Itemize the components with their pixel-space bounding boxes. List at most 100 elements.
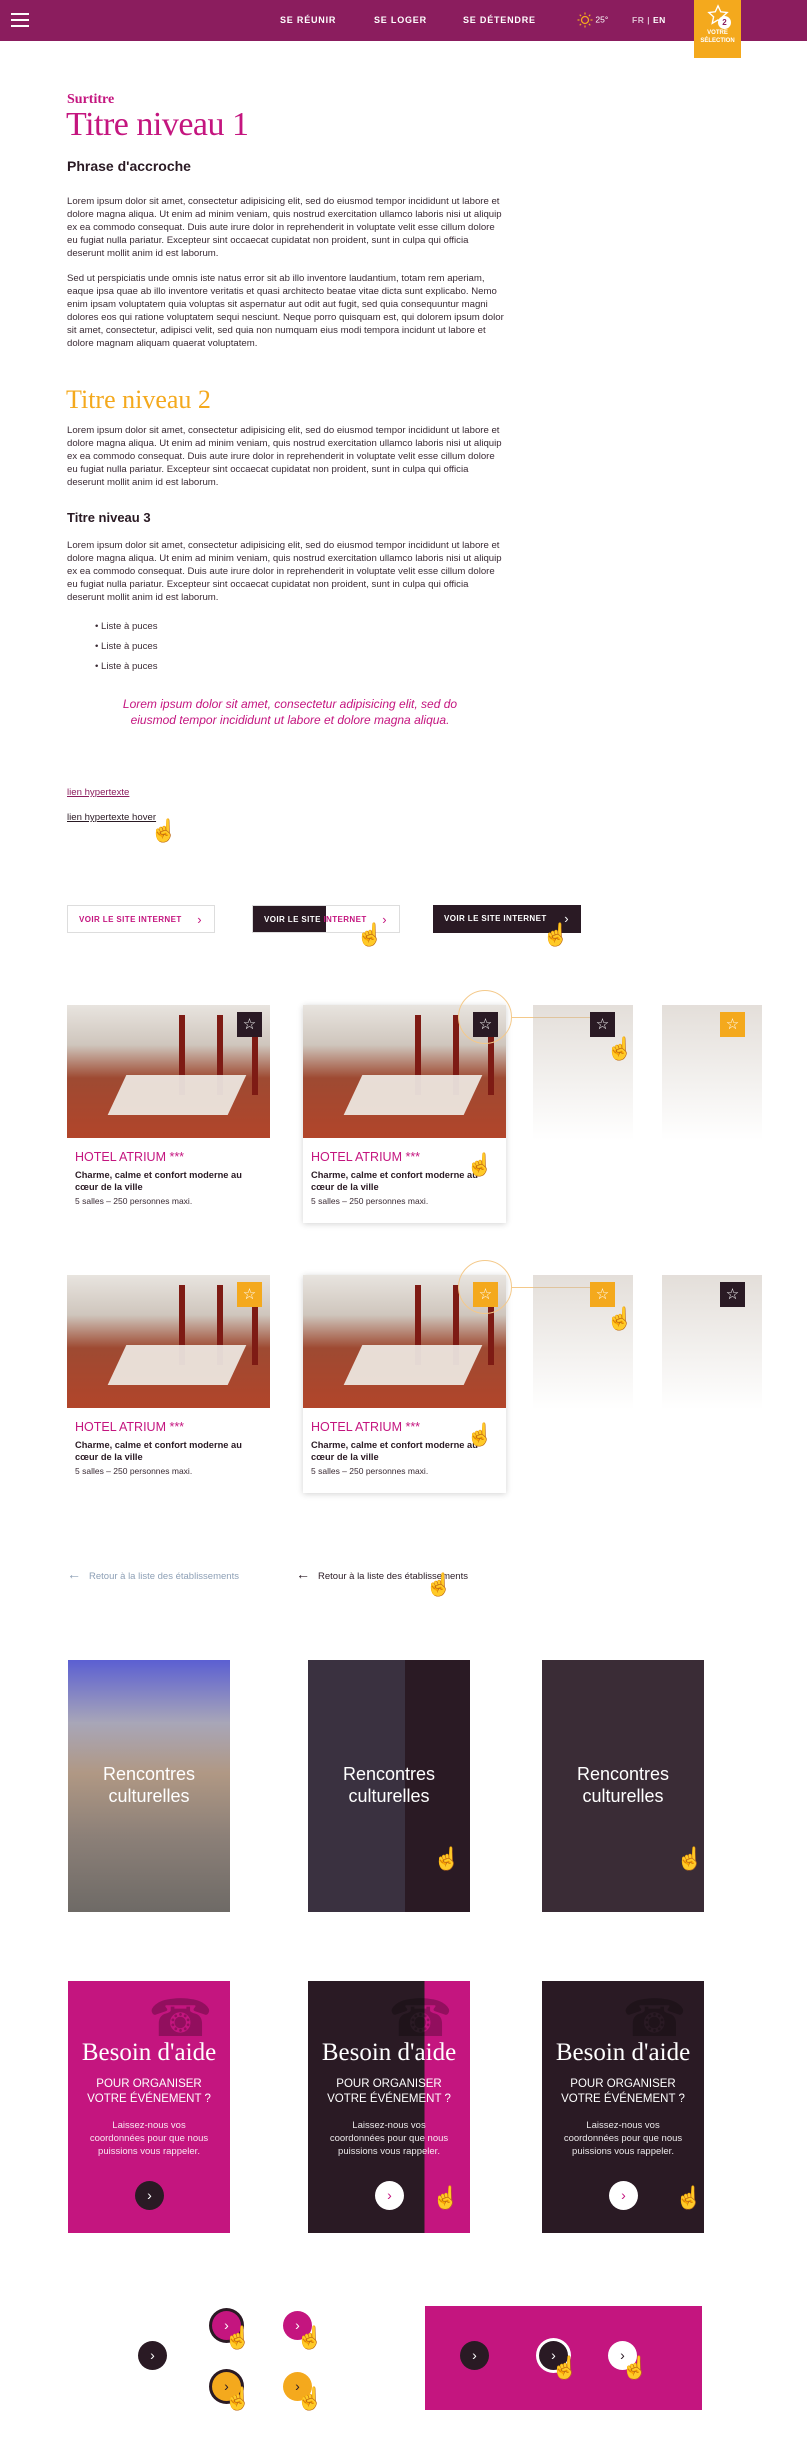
circle-arrow-button-active[interactable]: › <box>608 2341 637 2370</box>
help-subtitle: POUR ORGANISER VOTRE ÉVÉNEMENT ? <box>327 2078 451 2105</box>
hotel-description: Charme, calme et confort moderne au cœur… <box>75 1170 242 1192</box>
tile-title-line1: Rencontres <box>576 1764 670 1784</box>
help-tile-hover-transition[interactable]: ☎ Besoin d'aide POUR ORGANISER VOTRE ÉVÉN… <box>308 1981 470 2233</box>
circle-arrow-button-hover[interactable]: › <box>212 2311 241 2340</box>
visit-site-label: VOIR LE SITE INTERNET <box>444 914 547 923</box>
lang-en[interactable]: EN <box>653 15 666 25</box>
rencontres-culturelles-tile-hover[interactable]: Rencontres culturelles <box>542 1660 704 1912</box>
rencontres-culturelles-tile[interactable]: Rencontres culturelles <box>68 1660 230 1912</box>
back-to-list-link[interactable]: ← Retour à la liste des établissements <box>67 1566 239 1582</box>
hotel-description: Charme, calme et confort moderne au cœur… <box>311 1440 478 1462</box>
heading-level-2: Titre niveau 2 <box>66 385 211 414</box>
help-subtitle: POUR ORGANISER VOTRE ÉVÉNEMENT ? <box>561 2078 685 2105</box>
heading-level-3: Titre niveau 3 <box>67 510 151 525</box>
photo-fade-preview <box>662 1275 762 1410</box>
back-link-label: Retour à la liste des établissements <box>318 1571 468 1582</box>
highlight-circle <box>458 990 512 1044</box>
visit-site-button-hover[interactable]: VOIR LE SITE INTERNET › <box>433 905 581 933</box>
circle-arrow-button-hover[interactable]: › <box>539 2341 568 2370</box>
hotel-meta: 5 salles – 250 personnes maxi. <box>311 1466 429 1476</box>
selection-count-badge: 2 <box>718 16 731 29</box>
lang-separator: | <box>647 15 651 25</box>
top-navigation-bar: SE RÉUNIR SE LOGER SE DÉTENDRE 25° FR | … <box>0 0 807 41</box>
tagline: Phrase d'accroche <box>67 158 191 174</box>
bullet-list: Liste à puces Liste à puces Liste à puce… <box>95 617 158 677</box>
tile-title: Rencontres culturelles <box>542 1763 704 1807</box>
hotel-title: HOTEL ATRIUM *** <box>311 1420 421 1434</box>
hotel-title: HOTEL ATRIUM *** <box>75 1420 185 1434</box>
menu-icon[interactable] <box>11 13 29 28</box>
help-body: Laissez-nous vos coordonnées pour que nou… <box>329 2120 449 2157</box>
highlight-circle <box>458 1260 512 1314</box>
nav-se-reunir[interactable]: SE RÉUNIR <box>280 0 336 41</box>
help-title: Besoin d'aide <box>555 2039 691 2066</box>
weather-widget: 25° <box>577 12 608 28</box>
selection-label-line2: SÉLECTION <box>700 38 735 44</box>
paragraph-3: Lorem ipsum dolor sit amet, consectetur … <box>67 425 502 488</box>
paragraph-4: Lorem ipsum dolor sit amet, consectetur … <box>67 540 502 603</box>
visit-site-label: VOIR LE SITE INTERNET <box>79 915 182 924</box>
back-link-label: Retour à la liste des établissements <box>89 1571 239 1582</box>
chevron-right-icon[interactable]: › <box>609 2181 638 2210</box>
tile-title: Rencontres culturelles <box>308 1763 470 1807</box>
rencontres-culturelles-tile-hover-transition[interactable]: Rencontres culturelles <box>308 1660 470 1912</box>
visit-site-button[interactable]: VOIR LE SITE INTERNET › <box>67 905 215 933</box>
help-title: Besoin d'aide <box>81 2039 217 2066</box>
nav-se-detendre[interactable]: SE DÉTENDRE <box>463 0 536 41</box>
favorite-star-icon[interactable]: ☆ <box>720 1282 745 1307</box>
hotel-card[interactable]: ☆ HOTEL ATRIUM *** Charme, calme et conf… <box>67 1005 270 1223</box>
selection-label-line1: VOTRE <box>707 30 728 36</box>
tile-title-line1: Rencontres <box>342 1764 436 1784</box>
hyperlink-hover[interactable]: lien hypertexte hover <box>67 812 156 823</box>
visit-site-label-part2: INTERNET <box>323 915 367 924</box>
help-body: Laissez-nous vos coordonnées pour que nou… <box>563 2120 683 2157</box>
help-tile[interactable]: ☎ Besoin d'aide POUR ORGANISER VOTRE ÉVÉN… <box>68 1981 230 2233</box>
weather-temp: 25° <box>595 14 609 25</box>
arrow-left-icon: ← <box>296 1566 310 1582</box>
photo-fade-preview <box>533 1275 633 1410</box>
circle-arrow-button-active-alt[interactable]: › <box>283 2372 312 2401</box>
tile-title-line1: Rencontres <box>102 1764 196 1784</box>
favorite-star-icon[interactable]: ☆ <box>237 1012 262 1037</box>
list-item: Liste à puces <box>95 617 158 637</box>
hyperlink[interactable]: lien hypertexte <box>67 787 129 798</box>
favorite-star-icon[interactable]: ☆ <box>237 1282 262 1307</box>
photo-fade-preview <box>533 1005 633 1140</box>
chevron-right-icon: › <box>564 911 569 926</box>
tile-title-line2: culturelles <box>582 1786 664 1806</box>
language-switcher: FR | EN <box>632 0 666 41</box>
sun-icon <box>577 12 593 28</box>
nav-se-loger[interactable]: SE LOGER <box>374 0 427 41</box>
hotel-description: Charme, calme et confort moderne au cœur… <box>311 1170 478 1192</box>
chevron-right-icon: › <box>197 912 202 927</box>
chevron-right-icon[interactable]: › <box>375 2181 404 2210</box>
favorite-star-icon[interactable]: ☆ <box>590 1012 615 1037</box>
help-tile-hover[interactable]: ☎ Besoin d'aide POUR ORGANISER VOTRE ÉVÉN… <box>542 1981 704 2233</box>
help-subtitle: POUR ORGANISER VOTRE ÉVÉNEMENT ? <box>87 2078 211 2105</box>
hotel-meta: 5 salles – 250 personnes maxi. <box>311 1196 429 1206</box>
visit-site-button-hover-transition[interactable]: VOIR LE SITE INTERNET › <box>252 905 400 933</box>
circle-arrow-button-active[interactable]: › <box>283 2311 312 2340</box>
favorite-star-icon[interactable]: ☆ <box>720 1012 745 1037</box>
hotel-card[interactable]: ☆ HOTEL ATRIUM *** Charme, calme et conf… <box>67 1275 270 1493</box>
visit-site-label-part1: VOIR LE SITE <box>264 915 321 924</box>
circle-arrow-button-hover-alt[interactable]: › <box>212 2372 241 2401</box>
circle-arrow-button[interactable]: › <box>138 2341 167 2370</box>
hotel-title: HOTEL ATRIUM *** <box>311 1150 421 1164</box>
tile-title-line2: culturelles <box>348 1786 430 1806</box>
back-to-list-link-hover[interactable]: ← Retour à la liste des établissements <box>296 1566 468 1582</box>
circle-arrow-button[interactable]: › <box>460 2341 489 2370</box>
help-title: Besoin d'aide <box>321 2039 457 2066</box>
selection-button[interactable]: 2 VOTRE SÉLECTION <box>694 0 741 58</box>
favorite-star-icon[interactable]: ☆ <box>590 1282 615 1307</box>
paragraph-2: Sed ut perspiciatis unde omnis iste natu… <box>67 273 504 349</box>
heading-level-1: Titre niveau 1 <box>66 106 249 143</box>
lang-fr[interactable]: FR <box>632 15 644 25</box>
hotel-meta: 5 salles – 250 personnes maxi. <box>75 1196 193 1206</box>
list-item: Liste à puces <box>95 637 158 657</box>
tile-title-line2: culturelles <box>108 1786 190 1806</box>
pull-quote: Lorem ipsum dolor sit amet, consectetur … <box>122 697 458 727</box>
photo-fade-preview <box>662 1005 762 1140</box>
chevron-right-icon[interactable]: › <box>135 2181 164 2210</box>
paragraph-1: Lorem ipsum dolor sit amet, consectetur … <box>67 196 502 259</box>
